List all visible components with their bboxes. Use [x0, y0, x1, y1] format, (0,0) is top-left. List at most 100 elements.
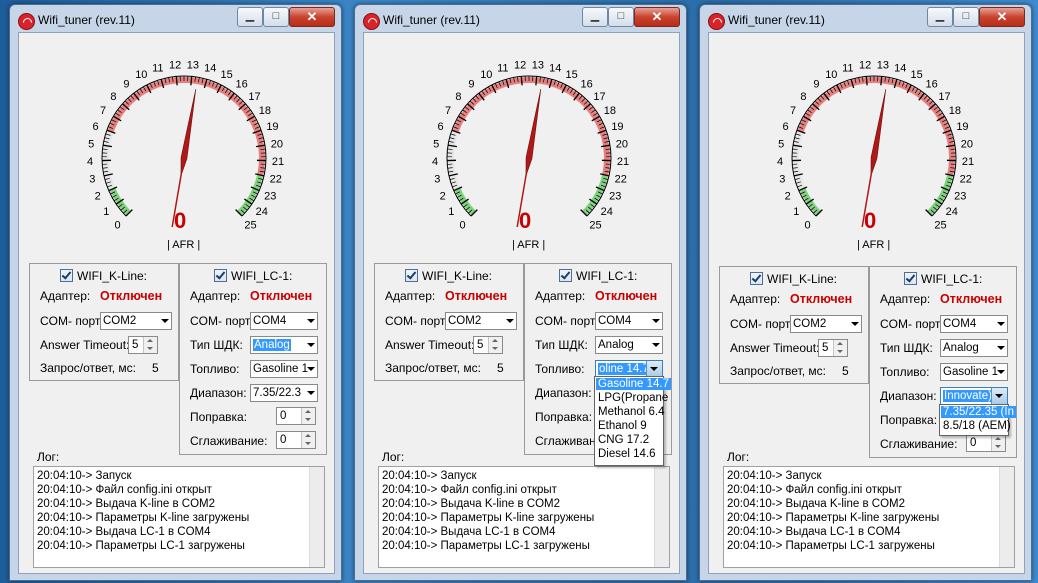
gauge-tick-label: 1	[103, 206, 109, 218]
spinner-buttons[interactable]	[301, 432, 315, 448]
lc1-smoothing-spinner[interactable]: 0	[966, 434, 1006, 452]
lc1-com-select[interactable]: COM4	[595, 312, 663, 330]
lc1-fuel-select[interactable]: Gasoline 1	[250, 360, 318, 378]
lc1-adapter-label: Адаптер:	[880, 292, 931, 306]
maximize-button[interactable]: □	[263, 7, 289, 27]
gauge-tick-label: 12	[514, 59, 526, 71]
gauge-tick-label: 24	[256, 206, 268, 218]
kline-timeout-spinner[interactable]: 5	[473, 336, 503, 354]
spinner-buttons[interactable]	[488, 337, 502, 353]
afr-value: 0	[864, 208, 877, 233]
gauge-tick-label: 12	[169, 59, 181, 71]
kline-com-select[interactable]: COM2	[790, 315, 862, 333]
lc1-range-select[interactable]: 7.35/22.3	[250, 384, 318, 402]
log-line: 20:04:10-> Выдача LC-1 в COM4	[37, 526, 211, 538]
spinner-buttons[interactable]	[301, 408, 315, 424]
gauge-tick-label: 3	[434, 174, 440, 186]
fuel-option[interactable]: Methanol 6.4	[596, 406, 667, 418]
kline-checkbox[interactable]	[750, 272, 763, 285]
lc1-checkbox[interactable]	[559, 269, 572, 282]
lc1-correction-spinner[interactable]: 0	[276, 407, 316, 425]
gauge-tick-label: 0	[459, 219, 465, 231]
gauge-tick-label: 23	[609, 190, 621, 202]
log-box[interactable]: 20:04:10-> Запуск 20:04:10-> Файл config…	[33, 466, 325, 568]
lc1-adapter-status: Отключен	[250, 289, 313, 303]
spinner-buttons[interactable]	[833, 340, 847, 356]
lc1-sensor-select[interactable]: Analog	[940, 339, 1008, 357]
minimize-button[interactable]: ▁	[927, 7, 953, 27]
kline-timeout-spinner[interactable]: 5	[128, 336, 158, 354]
spinner-buttons[interactable]	[991, 435, 1005, 451]
lc1-fuel-label: Топливо:	[880, 365, 930, 379]
gauge-tick-label: 25	[244, 219, 256, 231]
lc1-com-label: COM- порт:	[190, 314, 254, 328]
range-option[interactable]: 8.5/18 (AEM)	[941, 420, 1013, 432]
gauge-tick-label: 13	[187, 59, 199, 71]
log-box[interactable]: 20:04:10-> Запуск 20:04:10-> Файл config…	[723, 466, 1015, 568]
range-option[interactable]: 7.35/22.35 (In	[941, 406, 1016, 418]
kline-adapter-label: Адаптер:	[730, 292, 781, 306]
log-line: 20:04:10-> Параметры K-line загружены	[382, 512, 595, 524]
kline-request-label: Запрос/ответ, мс:	[385, 361, 481, 375]
title-bar[interactable]: Wifi_tuner (rev.11) ▁ □ ✕	[10, 5, 341, 33]
fuel-option[interactable]: Gasoline 14.7	[596, 378, 671, 390]
maximize-button[interactable]: □	[953, 7, 979, 27]
lc1-correction-label: Поправка:	[190, 410, 248, 424]
close-button[interactable]: ✕	[289, 7, 335, 27]
lc1-smoothing-spinner[interactable]: 0	[276, 431, 316, 449]
spinner-buttons[interactable]	[143, 337, 157, 353]
gauge-tick-label: 3	[779, 174, 785, 186]
gauge-tick-label: 3	[89, 174, 95, 186]
title-bar[interactable]: Wifi_tuner (rev.11) ▁ □ ✕	[355, 5, 686, 33]
minimize-button[interactable]: ▁	[237, 7, 263, 27]
fuel-option[interactable]: LPG(Propane	[596, 392, 670, 404]
fuel-option[interactable]: Diesel 14.6	[596, 448, 658, 460]
client-area: 0 1 2 3 4 5 6 7 8 9 10 11 12 13 14 15 16 17 18 19 20 21 22 23 24…	[708, 32, 1025, 574]
maximize-button[interactable]: □	[608, 7, 634, 27]
kline-com-select[interactable]: COM2	[100, 312, 172, 330]
gauge-tick-label: 17	[248, 91, 260, 103]
close-button[interactable]: ✕	[634, 7, 680, 27]
gauge-tick-label: 15	[221, 69, 233, 81]
title-bar[interactable]: Wifi_tuner (rev.11) ▁ □ ✕	[700, 5, 1031, 33]
lc1-sensor-select[interactable]: Analog	[595, 336, 663, 354]
gauge-tick-label: 22	[960, 174, 972, 186]
lc1-fuel-label: Топливо:	[535, 362, 585, 376]
gauge-tick-label: 4	[432, 156, 438, 168]
log-line: 20:04:10-> Выдача K-line в COM2	[37, 498, 216, 510]
gauge-tick-label: 6	[782, 121, 788, 133]
kline-checkbox[interactable]	[60, 269, 73, 282]
kline-timeout-value: 5	[477, 339, 484, 351]
kline-request-label: Запрос/ответ, мс:	[730, 364, 826, 378]
lc1-checkbox[interactable]	[214, 269, 227, 282]
wifi-app-icon	[18, 13, 35, 30]
chevron-down-icon	[997, 322, 1005, 326]
log-line: 20:04:10-> Параметры LC-1 загружены	[727, 540, 935, 552]
lc1-fuel-select[interactable]: Gasoline 1	[940, 363, 1008, 381]
lc1-sensor-value: Analog	[598, 339, 634, 351]
lc1-range-select[interactable]: Innovate)	[940, 387, 1008, 405]
lc1-sensor-select[interactable]: Analog	[250, 336, 318, 354]
arrow-down-icon	[995, 445, 1001, 448]
close-button[interactable]: ✕	[979, 7, 1025, 27]
minimize-button[interactable]: ▁	[582, 7, 608, 27]
kline-checkbox[interactable]	[405, 269, 418, 282]
log-box[interactable]: 20:04:10-> Запуск 20:04:10-> Файл config…	[378, 466, 670, 568]
lc1-checkbox[interactable]	[904, 272, 917, 285]
lc1-correction-label: Поправка:	[535, 410, 593, 424]
log-scrollbar[interactable]	[654, 467, 669, 567]
lc1-adapter-status: Отключен	[940, 292, 1003, 306]
fuel-option[interactable]: CNG 17.2	[596, 434, 651, 446]
kline-com-label: COM- порт:	[385, 314, 449, 328]
kline-timeout-spinner[interactable]: 5	[818, 339, 848, 357]
log-scrollbar[interactable]	[999, 467, 1014, 567]
fuel-option[interactable]: Ethanol 9	[596, 420, 649, 432]
lc1-com-select[interactable]: COM4	[250, 312, 318, 330]
kline-com-select[interactable]: COM2	[445, 312, 517, 330]
kline-com-label: COM- порт:	[730, 317, 794, 331]
gauge-major-tick	[520, 76, 523, 86]
log-scrollbar[interactable]	[309, 467, 324, 567]
lc1-com-select[interactable]: COM4	[940, 315, 1008, 333]
log-line: 20:04:10-> Запуск	[727, 470, 822, 482]
gauge-tick-label: 24	[601, 206, 613, 218]
